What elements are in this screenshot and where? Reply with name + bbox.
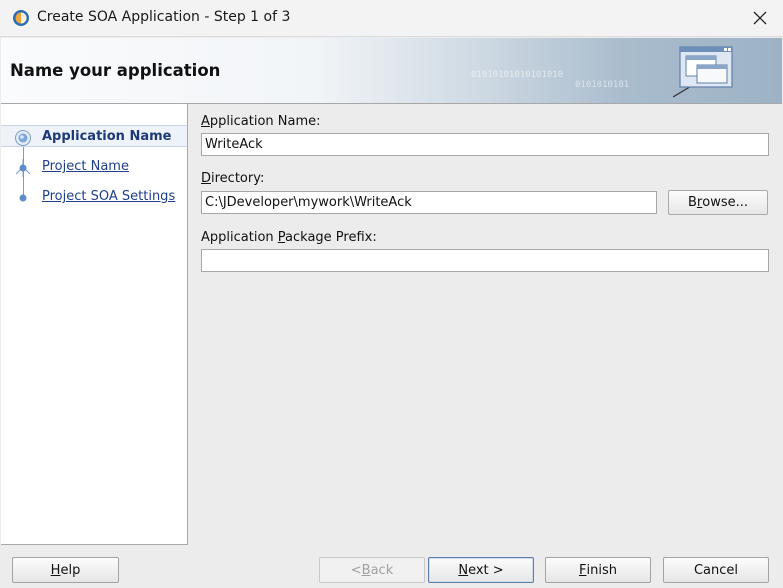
step-project-soa-settings[interactable]: Project SOA Settings bbox=[1, 186, 187, 208]
directory-input[interactable] bbox=[201, 191, 657, 214]
jdeveloper-icon bbox=[13, 10, 29, 26]
package-prefix-input[interactable] bbox=[201, 249, 769, 272]
step-application-name[interactable]: Application Name bbox=[1, 125, 187, 147]
binary-decoration: 01010101010101010 bbox=[471, 70, 564, 80]
close-button[interactable] bbox=[737, 0, 783, 36]
browse-button[interactable]: Br owse... bbox=[668, 190, 768, 215]
application-windows-icon bbox=[673, 46, 733, 98]
application-name-input[interactable] bbox=[201, 133, 769, 156]
package-prefix-label: Application Package Prefix: bbox=[201, 230, 377, 245]
step-label-application-name: Application Name bbox=[42, 129, 172, 144]
help-button[interactable]: Help bbox=[12, 557, 119, 583]
application-name-label: Application Name: bbox=[201, 114, 321, 129]
current-step-icon bbox=[15, 130, 31, 146]
next-button[interactable]: Next > bbox=[428, 557, 534, 583]
binary-decoration-2: 0101010101 bbox=[575, 80, 630, 90]
title-bar: Create SOA Application - Step 1 of 3 bbox=[0, 0, 783, 37]
close-icon bbox=[753, 11, 767, 25]
directory-label: Directory: bbox=[201, 171, 265, 186]
form-panel: Application Name: Directory: Browse... A… bbox=[189, 104, 782, 545]
page-title: Name your application bbox=[10, 61, 221, 80]
wizard-steps-panel: Application Name Project Name Project SO… bbox=[1, 104, 188, 545]
step-dot-icon bbox=[19, 194, 27, 202]
back-button[interactable]: < Back bbox=[319, 557, 425, 583]
step-label-project-soa-settings[interactable]: Project SOA Settings bbox=[42, 189, 175, 204]
step-branch-icon bbox=[15, 159, 31, 177]
cancel-button[interactable]: Cancel bbox=[663, 557, 769, 583]
step-label-project-name[interactable]: Project Name bbox=[42, 159, 129, 174]
header-banner: Name your application 01010101010101010 … bbox=[1, 38, 782, 104]
finish-button[interactable]: Finish bbox=[545, 557, 651, 583]
step-project-name[interactable]: Project Name bbox=[1, 156, 187, 178]
window-title: Create SOA Application - Step 1 of 3 bbox=[37, 9, 291, 25]
